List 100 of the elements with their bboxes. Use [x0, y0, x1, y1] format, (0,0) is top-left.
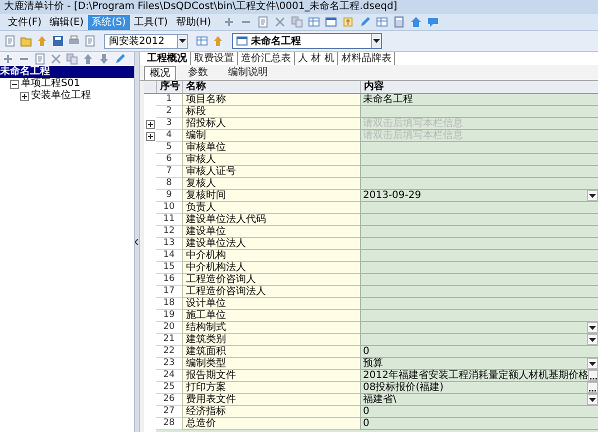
plus-icon[interactable] [223, 16, 236, 28]
table-cell: 总造价 [182, 418, 360, 430]
table-cell: 审核单位 [182, 142, 360, 154]
menu-item[interactable]: 工具(T) [130, 14, 172, 30]
table-cell: 4 [156, 130, 182, 142]
scissors-icon[interactable] [274, 16, 286, 28]
table-cell: 标段 [182, 106, 360, 118]
copy-icon[interactable] [66, 53, 78, 65]
project-combo[interactable]: 未命名工程 [232, 33, 382, 49]
table-cell: 工程造价咨询人 [182, 274, 360, 286]
table-cell: 设计单位 [182, 298, 360, 310]
table-cell: 08投标报价(福建) [363, 382, 444, 393]
tab[interactable]: 工程概况 [144, 52, 191, 65]
table-cell: 0 [363, 418, 370, 429]
table-cell: 经济指标 [182, 406, 360, 418]
table-cell: 2012年福建省安装工程消耗量定额人材机基期价格 [363, 370, 588, 381]
window-icon[interactable] [325, 16, 338, 28]
table-cell: 0 [363, 406, 370, 417]
quota-combo[interactable]: 闽安装2012 [104, 34, 188, 48]
dropdown-button[interactable] [587, 190, 598, 201]
chat-icon[interactable] [427, 16, 440, 28]
tab[interactable]: 概况 [144, 66, 176, 80]
tab[interactable]: 参数 [180, 66, 216, 80]
caret-icon [179, 39, 186, 43]
caret-icon [589, 194, 596, 198]
copy-icon[interactable] [291, 16, 304, 28]
calculator-icon[interactable] [393, 16, 406, 28]
ellipsis-button[interactable] [588, 370, 598, 381]
table-cell: 3 [156, 118, 182, 130]
scissors-icon[interactable] [50, 53, 62, 65]
table-cell: 7 [156, 166, 182, 178]
print-icon[interactable] [68, 35, 80, 47]
plus-icon[interactable] [2, 53, 14, 65]
table-cell: 18 [156, 298, 182, 310]
table-cell: 费用表文件 [182, 394, 360, 406]
dropdown-button[interactable] [587, 334, 598, 345]
down-arrow-icon[interactable] [98, 53, 110, 65]
expand-icon[interactable] [146, 132, 154, 140]
expand-icon[interactable] [146, 120, 154, 128]
table-cell: 建设单位 [182, 226, 360, 238]
table-cell: 未命名工程 [363, 94, 413, 105]
table-cell: 25 [156, 382, 182, 394]
pen-icon[interactable] [359, 16, 372, 28]
table-cell: 建设单位法人代码 [182, 214, 360, 226]
table-cell: 16 [156, 274, 182, 286]
table-cell: 1 [156, 94, 182, 106]
ellipsis-button[interactable] [587, 382, 598, 393]
expand-icon[interactable] [20, 92, 29, 100]
table-cell: 福建省\ [363, 394, 396, 405]
table-cell: 10 [156, 202, 182, 214]
table-cell: 24 [156, 370, 182, 382]
table-cell: 复核人 [182, 178, 360, 190]
dropdown-button[interactable] [587, 322, 598, 333]
upload-icon[interactable] [36, 35, 48, 47]
table-cell: 中介机构法人 [182, 262, 360, 274]
up-arrow-icon[interactable] [82, 53, 94, 65]
menu-item[interactable]: 帮助(H) [172, 14, 216, 30]
table-cell: 编制类型 [182, 358, 360, 370]
tree-item[interactable]: 安装单位工程 [31, 90, 91, 102]
table-cell: 26 [156, 394, 182, 406]
save-icon[interactable] [52, 35, 64, 47]
table-cell: 预算 [363, 358, 383, 369]
table-cell: 复核时间 [182, 190, 360, 202]
table-cell: 12 [156, 226, 182, 238]
table-cell: 报告期文件 [182, 370, 360, 382]
folder-icon[interactable] [20, 35, 32, 47]
table-cell: 20 [156, 322, 182, 334]
table-cell: 编制 [182, 130, 360, 142]
table-icon[interactable] [376, 16, 388, 28]
table-cell: 14 [156, 250, 182, 262]
table-cell: 17 [156, 286, 182, 298]
table-cell: 建设单位法人 [182, 238, 360, 250]
tab[interactable]: 编制说明 [220, 66, 276, 80]
table-cell: 23 [156, 358, 182, 370]
document-icon[interactable] [34, 53, 46, 65]
table-icon[interactable] [196, 35, 208, 47]
menu-item[interactable]: 编辑(E) [46, 14, 88, 30]
tree-item[interactable]: 单项工程S01 [21, 78, 80, 90]
table-icon[interactable] [308, 16, 320, 28]
document-icon[interactable] [4, 35, 16, 47]
collapse-icon[interactable] [10, 80, 19, 88]
upload-icon[interactable] [212, 35, 224, 47]
table-cell: 中介机构 [182, 250, 360, 262]
title-bar: 大鹿清单计价 - [D:\Program Files\DsQDCost\bin\工程文件\0001_未命名工程.dseqd] [0, 0, 598, 14]
document-icon[interactable] [257, 16, 270, 28]
column-header[interactable]: 序号 [156, 81, 182, 93]
table-cell: 22 [156, 346, 182, 358]
table-cell: 0 [363, 346, 370, 357]
table-cell: 建筑类别 [182, 334, 360, 346]
table-cell: 打印方案 [182, 382, 360, 394]
dropdown-button[interactable] [587, 358, 598, 369]
caret-icon [589, 326, 596, 330]
tree-item[interactable]: 未命名工程 [0, 66, 134, 78]
table-cell: 21 [156, 334, 182, 346]
dropdown-button[interactable] [587, 394, 598, 405]
table-cell: 6 [156, 154, 182, 166]
menu-item[interactable]: 文件(F) [4, 14, 46, 30]
table-cell: 审核人 [182, 154, 360, 166]
dots-icon [590, 377, 597, 380]
document-icon[interactable] [84, 35, 96, 47]
